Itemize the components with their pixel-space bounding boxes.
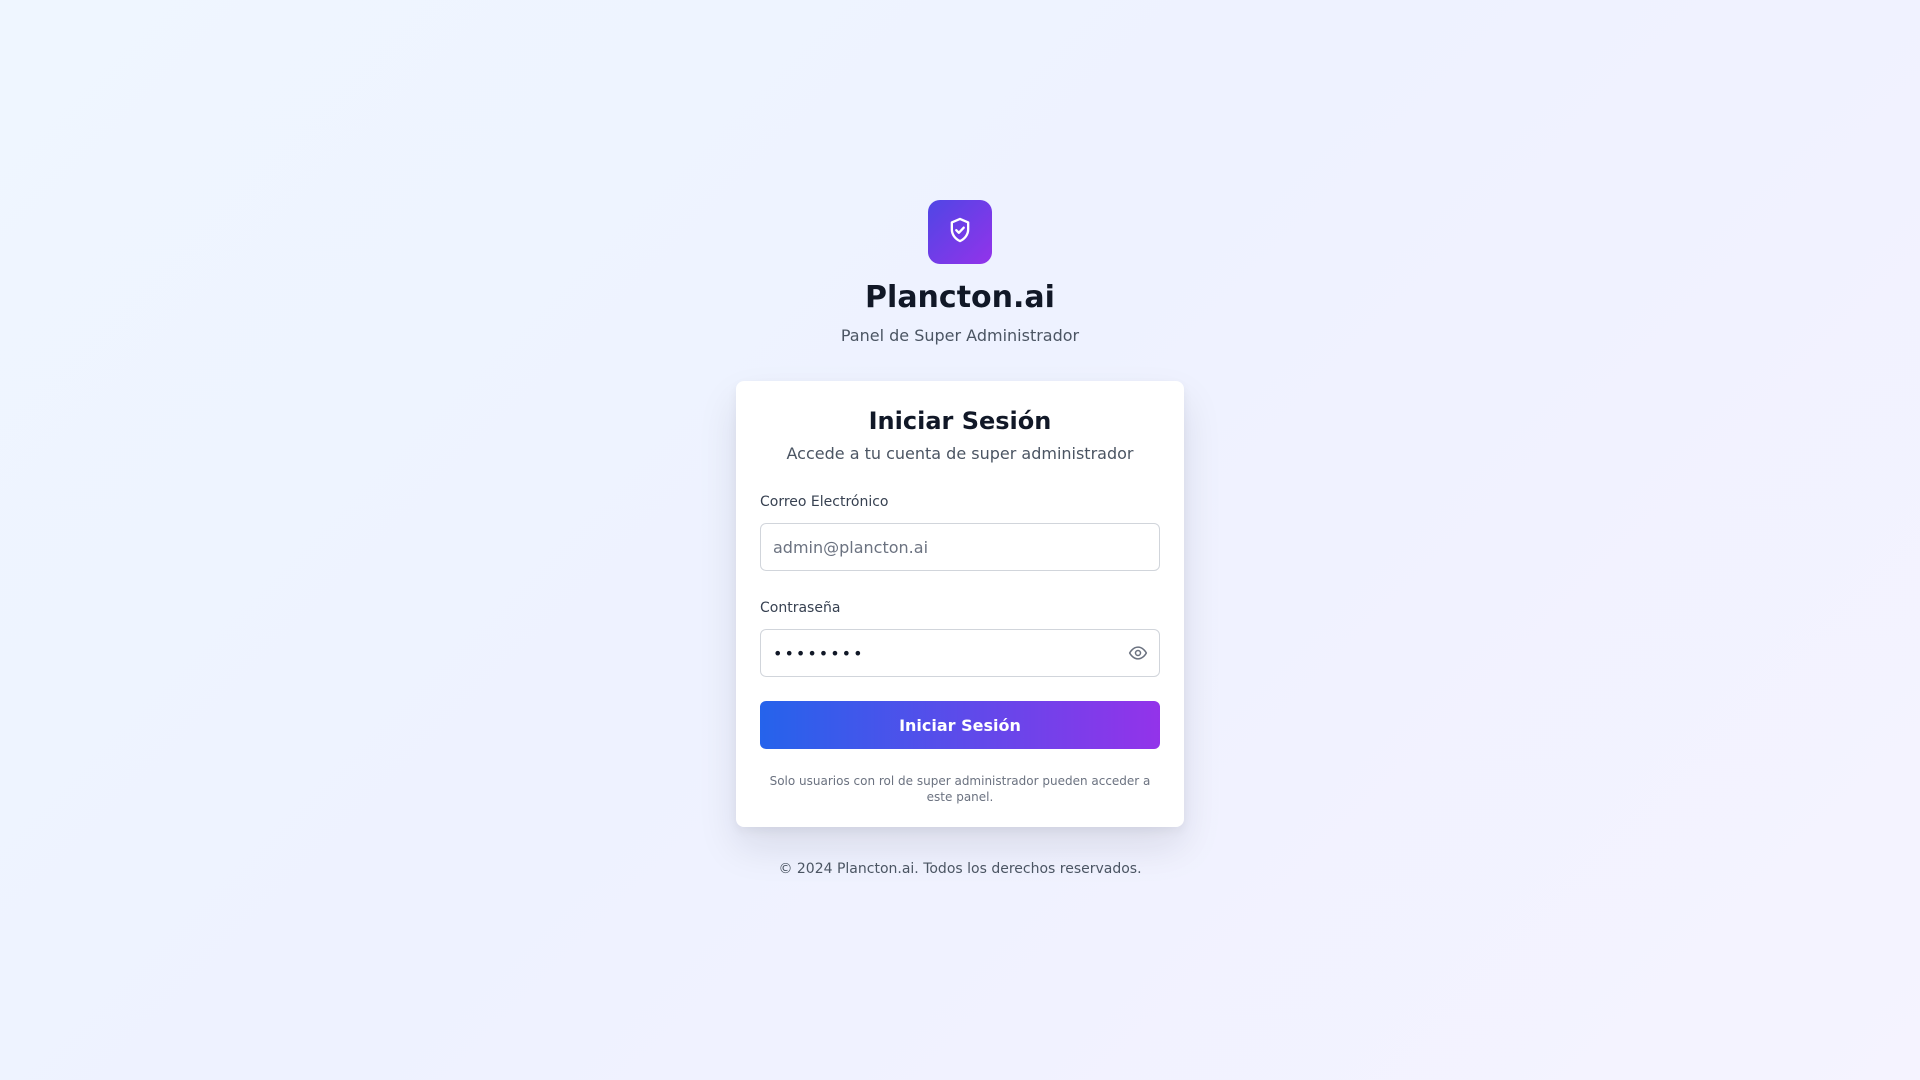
email-label: Correo Electrónico — [760, 494, 889, 510]
login-page: Plancton.ai Panel de Super Administrador… — [0, 0, 1920, 1080]
login-title: Iniciar Sesión — [868, 407, 1052, 435]
brand-logo — [928, 200, 992, 264]
brand-title: Plancton.ai — [865, 280, 1055, 315]
access-note: Solo usuarios con rol de super administr… — [769, 774, 1151, 804]
brand-header: Plancton.ai Panel de Super Administrador — [0, 200, 1920, 346]
login-card: Iniciar Sesión Accede a tu cuenta de sup… — [736, 381, 1184, 827]
password-label: Contraseña — [760, 600, 841, 616]
email-field[interactable] — [760, 523, 1160, 571]
password-field-wrapper — [760, 629, 1160, 677]
shield-check-icon — [946, 216, 974, 248]
email-field-wrapper — [760, 523, 1160, 571]
brand-subtitle: Panel de Super Administrador — [840, 326, 1080, 345]
login-subtitle: Accede a tu cuenta de super administrado… — [786, 444, 1134, 463]
footer-copyright: © 2024 Plancton.ai. Todos los derechos r… — [778, 861, 1142, 877]
eye-icon[interactable] — [1126, 641, 1150, 665]
login-button[interactable]: Iniciar Sesión — [760, 701, 1160, 749]
login-form: Correo Electrónico Contraseña Iniciar Se… — [760, 493, 1160, 749]
password-field[interactable] — [760, 629, 1160, 677]
